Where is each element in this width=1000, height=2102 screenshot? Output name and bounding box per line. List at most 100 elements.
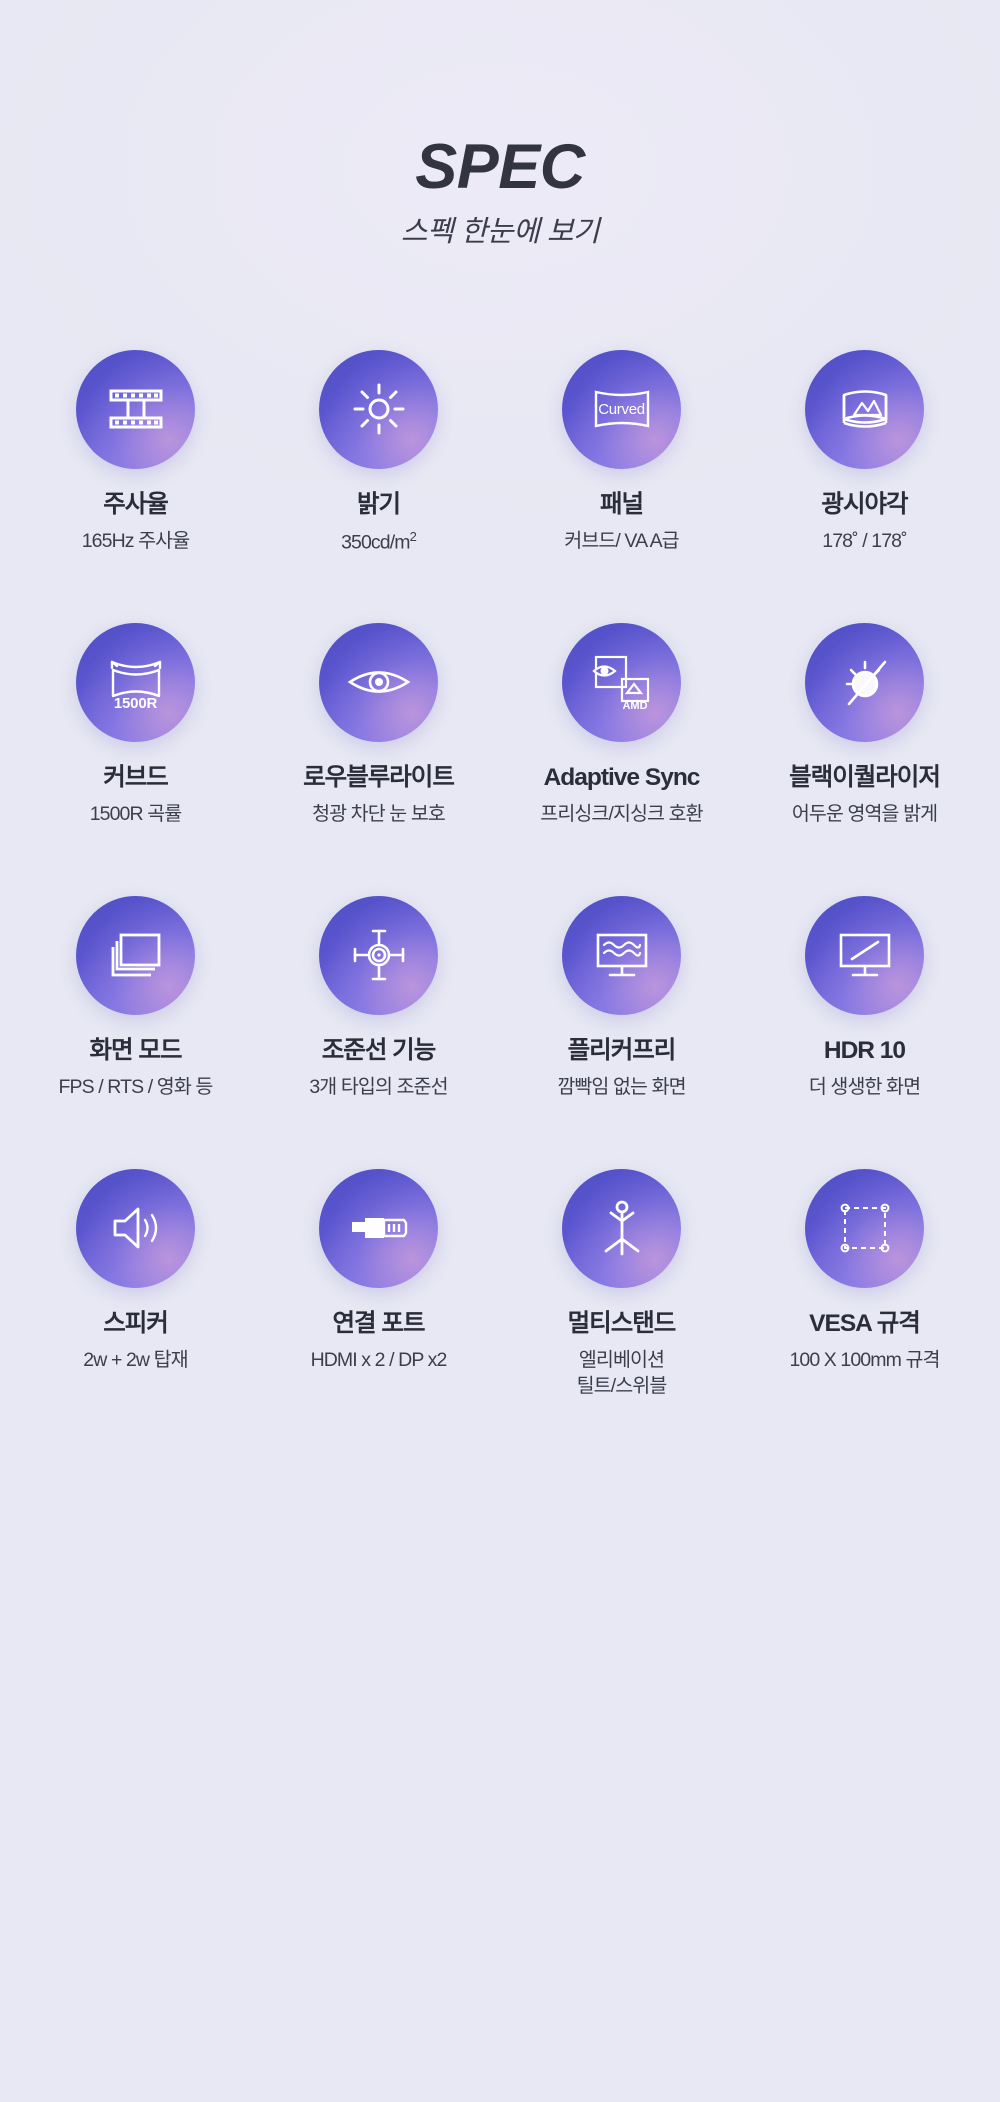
- flicker-free-monitor-icon: [590, 923, 654, 987]
- vesa-mount-icon: [833, 1196, 897, 1260]
- black-equalizer-icon: [833, 650, 897, 714]
- spec-item-viewing-angle: 광시야각 178˚ / 178˚: [743, 349, 986, 623]
- spec-item-hdr: HDR 10 더 생생한 화면: [743, 895, 986, 1169]
- icon-bubble: [76, 1168, 195, 1288]
- svg-text:AMD: AMD: [622, 700, 647, 711]
- spec-sub: FPS / RTS / 영화 등: [58, 1074, 214, 1100]
- spec-sub: 엘리베이션 틸트/스위블: [576, 1347, 668, 1400]
- icon-bubble: Curved: [562, 349, 681, 469]
- spec-item-crosshair: 조준선 기능 3개 타입의 조준선: [257, 895, 500, 1169]
- icon-bubble: [76, 349, 195, 469]
- spec-sub-text: 깜빡임 없는 화면: [557, 1075, 686, 1098]
- spec-title: 커브드: [103, 763, 169, 791]
- icon-bubble: [319, 895, 438, 1015]
- icon-bubble: [562, 1168, 681, 1288]
- spec-sub: 100 X 100mm 규격: [789, 1347, 940, 1373]
- spec-title: VESA 규격: [809, 1309, 921, 1337]
- icon-bubble: [805, 622, 924, 742]
- page-subtitle: 스펙 한눈에 보기: [400, 216, 600, 248]
- spec-sub-text: 1500R 곡률: [89, 802, 182, 825]
- page-title: SPEC: [415, 132, 585, 202]
- spec-sub-text: 커브드/ VA A급: [564, 529, 679, 552]
- spec-title: 주사율: [103, 490, 169, 518]
- spec-sub-text: 178˚ / 178˚: [822, 529, 907, 552]
- spec-sub: 178˚ / 178˚: [822, 528, 907, 554]
- spec-sub-text: HDMI x 2 / DP x2: [310, 1348, 448, 1371]
- spec-title: 스피커: [103, 1309, 169, 1337]
- wide-viewing-angle-icon: [833, 377, 897, 441]
- spec-item-flicker-free: 플리커프리 깜빡임 없는 화면: [500, 895, 743, 1169]
- curvature-badge-label: 1500R: [113, 694, 158, 712]
- spec-title: Adaptive Sync: [543, 763, 701, 791]
- icon-bubble: [805, 349, 924, 469]
- icon-bubble: [319, 1168, 438, 1288]
- spec-item-screen-mode: 화면 모드 FPS / RTS / 영화 등: [14, 895, 257, 1169]
- spec-sub-text: 청광 차단 눈 보호: [312, 802, 446, 825]
- spec-sub-text: 엘리베이션: [578, 1348, 665, 1371]
- icon-bubble: AMD: [562, 622, 681, 742]
- spec-sub: 1500R 곡률: [90, 801, 182, 827]
- spec-title: 광시야각: [821, 490, 908, 518]
- spec-sub-text: 프리싱크/지싱크 호환: [540, 802, 703, 825]
- spec-item-black-equalizer: 블랙이퀄라이저 어두운 영역을 밝게: [743, 622, 986, 896]
- icon-bubble: [319, 349, 438, 469]
- multistand-icon: [590, 1196, 654, 1260]
- spec-sub: 깜빡임 없는 화면: [557, 1074, 686, 1100]
- icon-bubble: [76, 895, 195, 1015]
- spec-sub-text: 350cd/m: [341, 531, 410, 554]
- icon-bubble: [562, 895, 681, 1015]
- spec-item-adaptive-sync: AMD Adaptive Sync 프리싱크/지싱크 호환: [500, 622, 743, 896]
- spec-item-speaker: 스피커 2w + 2w 탑재: [14, 1168, 257, 1442]
- spec-item-ports: 연결 포트 HDMI x 2 / DP x2: [257, 1168, 500, 1442]
- spec-sub-superscript: 2: [409, 528, 417, 544]
- spec-item-refresh-rate: 주사율 165Hz 주사율: [14, 349, 257, 623]
- spec-sub: 더 생생한 화면: [808, 1074, 921, 1100]
- spec-title: 멀티스탠드: [567, 1309, 677, 1337]
- spec-sub: 프리싱크/지싱크 호환: [540, 801, 703, 827]
- spec-item-panel: Curved 패널 커브드/ VA A급: [500, 349, 743, 623]
- spec-item-brightness: 밝기 350cd/m2: [257, 349, 500, 623]
- spec-page: SPEC 스펙 한눈에 보기 주사율 165Hz 주사율 밝기 350cd/m2…: [0, 0, 1000, 2102]
- spec-sub: 350cd/m2: [341, 528, 417, 556]
- spec-sub: 165Hz 주사율: [82, 528, 190, 554]
- spec-title: 플리커프리: [567, 1036, 677, 1064]
- spec-title: 블랙이퀄라이저: [789, 763, 941, 791]
- speaker-icon: [104, 1196, 168, 1260]
- spec-item-curved: 1500R 커브드 1500R 곡률: [14, 622, 257, 896]
- spec-sub: HDMI x 2 / DP x2: [310, 1347, 448, 1373]
- spec-grid: 주사율 165Hz 주사율 밝기 350cd/m2 Curved 패널 커브드/…: [0, 349, 1000, 1442]
- spec-item-multistand: 멀티스탠드 엘리베이션 틸트/스위블: [500, 1168, 743, 1442]
- spec-sub: 2w + 2w 탑재: [83, 1347, 188, 1373]
- adaptive-sync-amd-icon: AMD: [590, 650, 654, 714]
- icon-bubble: [319, 622, 438, 742]
- spec-sub: 커브드/ VA A급: [564, 528, 679, 554]
- spec-title: 밝기: [356, 490, 401, 518]
- spec-title: 화면 모드: [89, 1036, 183, 1064]
- spec-item-vesa: VESA 규격 100 X 100mm 규격: [743, 1168, 986, 1442]
- eye-lowbluelight-icon: [347, 650, 411, 714]
- spec-sub-text-line2: 틸트/스위블: [576, 1375, 668, 1398]
- spec-sub-text: 2w + 2w 탑재: [83, 1348, 188, 1371]
- hdr-monitor-icon: [833, 923, 897, 987]
- spec-sub-text: 165Hz 주사율: [81, 529, 190, 552]
- spec-sub-text: FPS / RTS / 영화 등: [58, 1075, 214, 1098]
- crosshair-icon: [347, 923, 411, 987]
- spec-sub-text: 3개 타입의 조준선: [309, 1075, 448, 1098]
- spec-sub: 어두운 영역을 밝게: [791, 801, 938, 827]
- icon-bubble: [805, 1168, 924, 1288]
- sun-brightness-icon: [347, 377, 411, 441]
- spec-sub: 청광 차단 눈 보호: [312, 801, 446, 827]
- page-header: SPEC 스펙 한눈에 보기: [0, 0, 1000, 250]
- hdmi-port-icon: [347, 1196, 411, 1260]
- spec-sub-text: 더 생생한 화면: [808, 1075, 921, 1098]
- spec-sub-text: 어두운 영역을 밝게: [791, 802, 938, 825]
- spec-sub-text: 100 X 100mm 규격: [789, 1348, 940, 1371]
- spec-sub: 3개 타입의 조준선: [309, 1074, 448, 1100]
- spec-title: 패널: [599, 490, 644, 518]
- icon-bubble: 1500R: [76, 622, 195, 742]
- screen-modes-icon: [104, 923, 168, 987]
- spec-title: HDR 10: [823, 1036, 906, 1064]
- spec-item-low-blue-light: 로우블루라이트 청광 차단 눈 보호: [257, 622, 500, 896]
- spec-title: 조준선 기능: [321, 1036, 437, 1064]
- spec-title: 로우블루라이트: [303, 763, 455, 791]
